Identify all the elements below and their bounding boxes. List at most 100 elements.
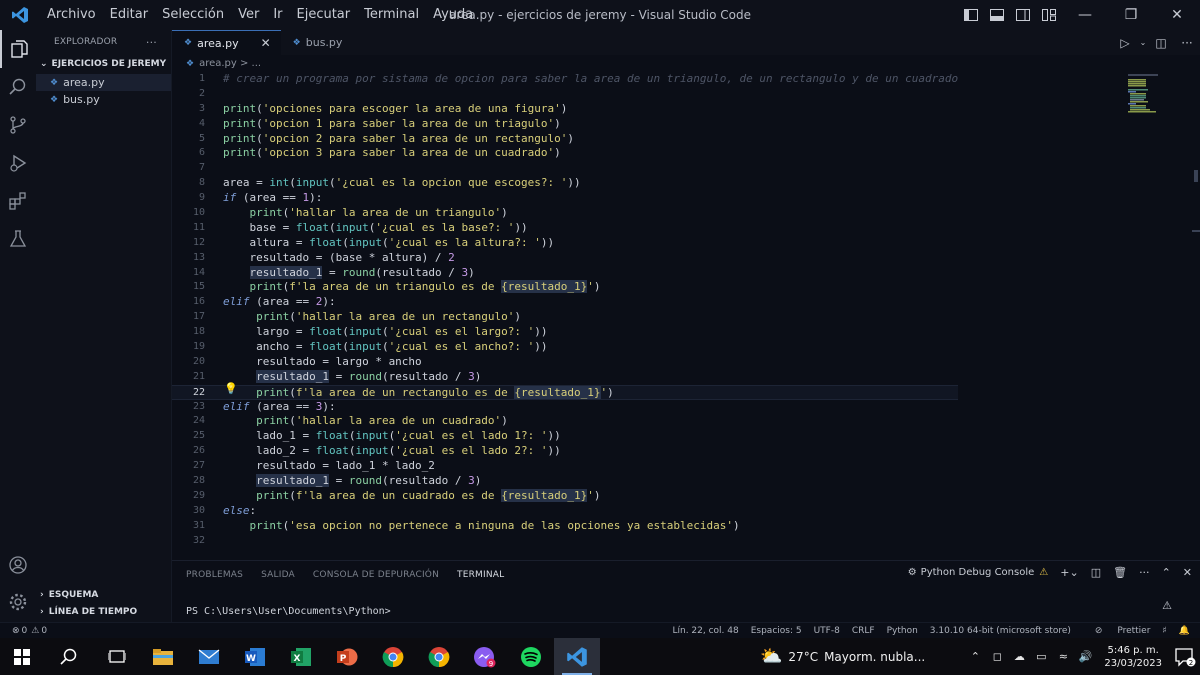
file-item-bus[interactable]: ❖ bus.py	[36, 91, 171, 108]
menu-ver[interactable]: Ver	[231, 0, 266, 30]
outline-section[interactable]: › ESQUEMA	[36, 586, 172, 603]
line-text[interactable]: resultado = lado_1 * lado_2	[205, 459, 435, 474]
line-text[interactable]: print('hallar la area de un rectangulo')	[205, 310, 521, 325]
line-text[interactable]: resultado_1 = round(resultado / 3)	[205, 474, 481, 489]
customize-layout-icon[interactable]	[1036, 0, 1062, 30]
line-text[interactable]: else:	[205, 504, 256, 519]
indentation[interactable]: Espacios: 5	[751, 626, 802, 636]
code-line[interactable]: 28 resultado_1 = round(resultado / 3)	[172, 474, 958, 489]
vscode-taskbar-icon[interactable]	[554, 638, 600, 675]
menu-ir[interactable]: Ir	[266, 0, 289, 30]
line-text[interactable]: resultado = largo * ancho	[205, 355, 422, 370]
search-icon[interactable]	[0, 68, 36, 106]
code-line[interactable]: 5 print('opcion 2 para saber la area de u…	[172, 132, 958, 147]
restore-button[interactable]: ❐	[1108, 0, 1154, 30]
messenger-icon[interactable]: 9	[462, 638, 508, 675]
close-window-button[interactable]: ✕	[1154, 0, 1200, 30]
menu-ejecutar[interactable]: Ejecutar	[290, 0, 358, 30]
code-line[interactable]: 31 print('esa opcion no pertenece a ning…	[172, 519, 958, 534]
tab-area-py[interactable]: ❖ area.py ✕	[172, 30, 281, 55]
weather-widget[interactable]: ⛅ 27°C Mayorm. nubla...	[760, 638, 925, 675]
line-text[interactable]: print(f'la area de un cuadrado es de {re…	[205, 488, 601, 504]
encoding[interactable]: UTF-8	[814, 626, 840, 636]
toggle-sidebar-icon[interactable]	[958, 0, 984, 30]
close-panel-icon[interactable]: ✕	[1183, 566, 1192, 579]
maximize-panel-icon[interactable]: ⌃	[1162, 566, 1171, 579]
line-text[interactable]: if (area == 1):	[205, 191, 322, 206]
line-text[interactable]: altura = float(input('¿cual es la altura…	[205, 236, 554, 251]
volume-icon[interactable]: 🔊	[1074, 650, 1096, 663]
tab-bus-py[interactable]: ❖ bus.py	[281, 30, 353, 55]
code-line[interactable]: 3 print('opciones para escoger la area de…	[172, 102, 958, 117]
line-text[interactable]: base = float(input('¿cual es la base?: '…	[205, 221, 527, 236]
tab-terminal[interactable]: TERMINAL	[457, 570, 504, 580]
code-line[interactable]: 32	[172, 534, 958, 549]
tab-salida[interactable]: SALIDA	[261, 570, 295, 580]
problems-indicator[interactable]: ⊗ 0 ⚠ 0	[12, 623, 47, 639]
menu-ayuda[interactable]: Ayuda	[426, 0, 480, 30]
end-of-line[interactable]: CRLF	[852, 626, 875, 636]
line-text[interactable]: ancho = float(input('¿cual es el ancho?:…	[205, 340, 547, 355]
chrome-icon[interactable]	[370, 638, 416, 675]
menu-editar[interactable]: Editar	[103, 0, 156, 30]
file-item-area[interactable]: ❖ area.py	[36, 74, 171, 91]
word-icon[interactable]: W	[232, 638, 278, 675]
account-icon[interactable]	[0, 546, 36, 584]
line-text[interactable]: lado_1 = float(input('¿cual es el lado 1…	[205, 429, 561, 444]
toggle-secondary-sidebar-icon[interactable]	[1010, 0, 1036, 30]
menu-archivo[interactable]: Archivo	[40, 0, 103, 30]
code-line[interactable]: 2	[172, 87, 958, 102]
code-line[interactable]: 15 print(f'la area de un triangulo es de…	[172, 280, 958, 295]
task-view-icon[interactable]	[94, 638, 140, 675]
lightbulb-icon[interactable]: 💡	[224, 382, 238, 395]
breadcrumb-path[interactable]: area.py > ...	[199, 58, 261, 69]
python-interpreter[interactable]: 3.10.10 64-bit (microsoft store)	[930, 626, 1071, 636]
tray-app-icon[interactable]: ◻	[986, 650, 1008, 663]
line-text[interactable]: resultado_1 = round(resultado / 3)	[205, 369, 481, 385]
explorer-icon[interactable]	[0, 30, 36, 68]
more-actions-icon[interactable]: ···	[1174, 36, 1200, 50]
kill-terminal-icon[interactable]: 🗑	[1113, 566, 1127, 579]
notifications-bell-icon[interactable]: 🔔	[1179, 626, 1190, 636]
wifi-icon[interactable]: ≈	[1052, 650, 1074, 663]
code-line[interactable]: 14 resultado_1 = round(resultado / 3)	[172, 265, 958, 281]
testing-flask-icon[interactable]	[0, 220, 36, 258]
manage-gear-icon[interactable]	[0, 583, 36, 621]
run-dropdown-icon[interactable]: ⌄	[1138, 38, 1148, 47]
split-editor-icon[interactable]: ◫	[1148, 36, 1174, 50]
mail-icon[interactable]	[186, 638, 232, 675]
notification-center-icon[interactable]: 2	[1170, 638, 1200, 675]
line-text[interactable]: print('hallar la area de un triangulo')	[205, 206, 508, 221]
spotify-icon[interactable]	[508, 638, 554, 675]
language-mode[interactable]: Python	[887, 626, 918, 636]
clock[interactable]: 5:46 p. m. 23/03/2023	[1104, 644, 1162, 670]
source-control-icon[interactable]	[0, 106, 36, 144]
code-line[interactable]: 16 elif (area == 2):	[172, 295, 958, 310]
scrollbar-marker[interactable]	[1194, 170, 1198, 182]
cursor-position[interactable]: Lín. 22, col. 48	[672, 626, 738, 636]
code-line[interactable]: 24 print('hallar la area de un cuadrado'…	[172, 414, 958, 429]
code-line[interactable]: 21 resultado_1 = round(resultado / 3)	[172, 369, 958, 385]
code-line[interactable]: 1 # crear un programa por sistama de opci…	[172, 72, 958, 87]
line-text[interactable]	[205, 161, 223, 176]
excel-icon[interactable]: X	[278, 638, 324, 675]
code-line[interactable]: 11 base = float(input('¿cual es la base?…	[172, 221, 958, 236]
code-line[interactable]: 17 print('hallar la area de un rectangul…	[172, 310, 958, 325]
line-text[interactable]: elif (area == 2):	[205, 295, 336, 310]
run-file-icon[interactable]: ▷	[1112, 36, 1138, 50]
line-text[interactable]: area = int(input('¿cual es la opcion que…	[205, 176, 581, 191]
split-terminal-icon[interactable]: ◫	[1091, 566, 1101, 579]
panel-more-icon[interactable]: ···	[1139, 566, 1150, 579]
line-text[interactable]: print(f'la area de un triangulo es de {r…	[205, 280, 601, 295]
line-text[interactable]: lado_2 = float(input('¿cual es el lado 2…	[205, 444, 561, 459]
file-explorer-icon[interactable]	[140, 638, 186, 675]
code-line[interactable]: 19 ancho = float(input('¿cual es el anch…	[172, 340, 958, 355]
code-line[interactable]: 29 print(f'la area de un cuadrado es de …	[172, 488, 958, 504]
tab-consola-depuracion[interactable]: CONSOLA DE DEPURACIÓN	[313, 570, 439, 580]
line-text[interactable]: print('opcion 3 para saber la area de un…	[205, 146, 561, 161]
line-text[interactable]: print('hallar la area de un cuadrado')	[205, 414, 508, 429]
new-terminal-icon[interactable]: +⌄	[1060, 566, 1078, 579]
code-line[interactable]: 20 resultado = largo * ancho	[172, 355, 958, 370]
code-line[interactable]: 10 print('hallar la area de un triangulo…	[172, 206, 958, 221]
minimize-button[interactable]: —	[1062, 0, 1108, 30]
